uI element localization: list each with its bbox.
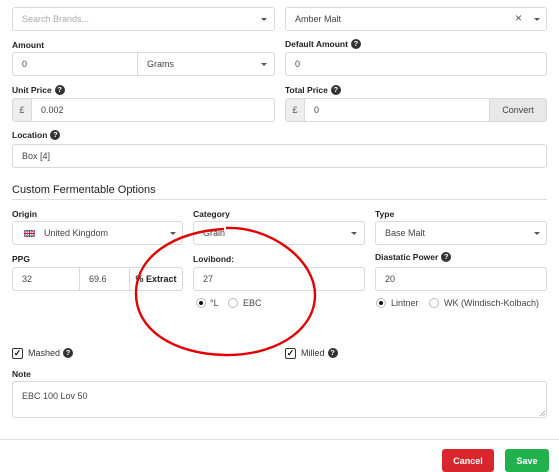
ppg-input[interactable]: 32 (12, 267, 80, 291)
location-value: Box [4] (22, 151, 51, 161)
convert-button[interactable]: Convert (489, 98, 547, 122)
unit-price-value: 0.002 (41, 105, 64, 115)
help-icon[interactable]: ? (330, 85, 341, 95)
help-icon[interactable]: ? (50, 130, 61, 140)
amount-value: 0 (22, 59, 28, 69)
amount-label: Amount (12, 40, 45, 50)
mashed-label: Mashed? (28, 348, 74, 358)
mashed-checkbox[interactable]: ✓ (12, 348, 23, 359)
note-value: EBC 100 Lov 50 (22, 391, 88, 401)
cancel-button[interactable]: Cancel (442, 449, 494, 472)
origin-value: United Kingdom (44, 228, 109, 238)
uk-flag-icon (24, 229, 35, 237)
unit-price-label: Unit Price? (12, 85, 65, 95)
amount-unit-value: Grams (147, 59, 174, 69)
section-title: Custom Fermentable Options (12, 184, 156, 196)
help-icon[interactable]: ? (327, 348, 338, 358)
chevron-down-icon (351, 232, 357, 235)
help-icon[interactable]: ? (441, 252, 452, 262)
save-button[interactable]: Save (505, 449, 549, 472)
help-icon[interactable]: ? (54, 85, 65, 95)
chevron-down-icon (261, 63, 267, 66)
total-price-value: 0 (314, 105, 320, 115)
note-label: Note (12, 369, 31, 379)
default-amount-input[interactable]: 0 (285, 52, 547, 76)
brand-search-select[interactable]: Search Brands... (12, 7, 275, 31)
lintner-label: Lintner (391, 298, 419, 308)
total-price-label: Total Price? (285, 85, 341, 95)
extract-input[interactable]: 69.6 (79, 267, 130, 291)
resize-handle-icon[interactable] (539, 410, 546, 417)
milled-checkbox[interactable]: ✓ (285, 348, 296, 359)
diastatic-power-input[interactable]: 20 (375, 267, 547, 291)
amount-unit-select[interactable]: Grams (137, 52, 275, 76)
note-textarea[interactable]: EBC 100 Lov 50 (12, 381, 547, 418)
default-amount-value: 0 (295, 59, 301, 69)
type-select[interactable]: Base Malt (375, 221, 547, 245)
currency-addon: £ (285, 98, 305, 122)
currency-addon: £ (12, 98, 32, 122)
footer-divider (0, 439, 559, 440)
category-label: Category (193, 209, 230, 219)
product-select-value: Amber Malt (295, 14, 342, 24)
chevron-down-icon[interactable] (534, 18, 540, 21)
chevron-down-icon (261, 18, 267, 21)
chevron-down-icon (534, 232, 540, 235)
extract-value: 69.6 (89, 274, 107, 284)
location-label: Location? (12, 130, 61, 140)
diastatic-power-value: 20 (385, 274, 396, 284)
type-value: Base Malt (385, 228, 426, 238)
default-amount-label: Default Amount? (285, 39, 361, 49)
clear-icon[interactable]: × (515, 12, 522, 24)
milled-label: Milled? (301, 348, 338, 358)
brand-search-placeholder: Search Brands... (22, 14, 90, 24)
windisch-kolbach-radio[interactable] (429, 298, 439, 308)
ppg-label: PPG (12, 254, 30, 264)
diastatic-power-label: Diastatic Power? (375, 252, 452, 262)
origin-label: Origin (12, 209, 38, 219)
windisch-kolbach-label: WK (Windisch-Kolbach) (444, 298, 540, 308)
unit-price-input[interactable]: 0.002 (31, 98, 275, 122)
help-icon[interactable]: ? (63, 348, 74, 358)
amount-input[interactable]: 0 (12, 52, 138, 76)
help-icon[interactable]: ? (350, 39, 361, 49)
location-input[interactable]: Box [4] (12, 144, 547, 168)
total-price-input[interactable]: 0 (304, 98, 490, 122)
product-select[interactable]: Amber Malt (285, 7, 547, 31)
type-label: Type (375, 209, 395, 219)
annotation-circle (134, 226, 317, 357)
section-divider (12, 199, 547, 200)
ppg-value: 32 (22, 274, 33, 284)
lintner-radio[interactable] (376, 298, 386, 308)
